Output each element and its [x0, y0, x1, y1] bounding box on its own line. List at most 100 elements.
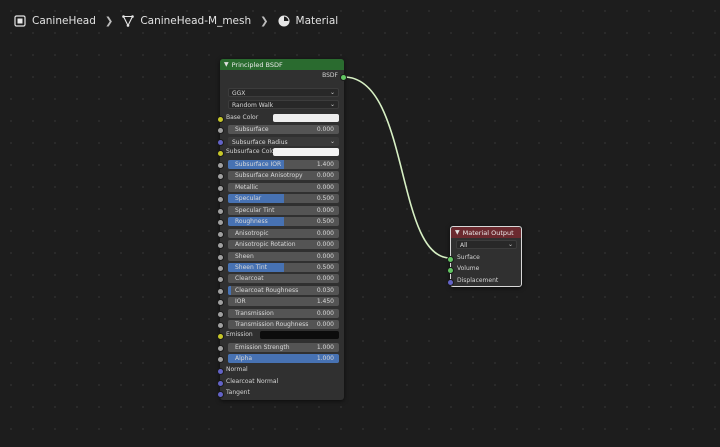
input-socket[interactable] — [217, 391, 224, 398]
bsdf-to-surface-link — [343, 76, 451, 259]
field-clearcoat[interactable]: Clearcoat 0.000 — [228, 274, 339, 283]
field-specular-tint[interactable]: Specular Tint 0.000 — [228, 206, 339, 215]
field-label: Transmission — [235, 310, 274, 317]
principled-bsdf-node[interactable]: ▼ Principled BSDF BSDF GGX ⌄ Random Walk ⌄ Ba… — [217, 59, 347, 400]
input-socket[interactable] — [217, 196, 224, 203]
field-label: Sheen — [235, 253, 254, 260]
input-socket[interactable] — [447, 267, 454, 274]
input-socket[interactable] — [217, 127, 224, 134]
base-color-swatch[interactable] — [273, 114, 339, 122]
field-label: Clearcoat — [235, 275, 264, 282]
subsurface-method-value: Random Walk — [232, 101, 274, 109]
input-socket[interactable] — [217, 356, 224, 363]
field-label: Emission Strength — [235, 344, 290, 351]
crumb-mesh-label: CanineHead-M_mesh — [140, 15, 252, 27]
field-value: 0.000 — [316, 253, 334, 260]
input-socket[interactable] — [217, 185, 224, 192]
field-metallic[interactable]: Metallic 0.000 — [228, 183, 339, 192]
bsdf-node-title: Principled BSDF — [231, 60, 283, 69]
input-socket[interactable] — [217, 311, 224, 318]
subsurface-method-select[interactable]: Random Walk ⌄ — [228, 100, 339, 109]
dropdown-arrow-icon: ⌄ — [507, 241, 513, 248]
input-socket[interactable] — [217, 254, 224, 261]
emission-color-swatch[interactable] — [260, 331, 339, 339]
output-node-title: Material Output — [462, 228, 514, 237]
field-label: IOR — [235, 298, 246, 305]
field-label: Metallic — [235, 184, 259, 191]
input-socket[interactable] — [217, 265, 224, 272]
input-socket[interactable] — [217, 219, 224, 226]
vector-input-label: Normal — [226, 366, 248, 373]
field-anisotropic-rotation[interactable]: Anisotropic Rotation 0.000 — [228, 240, 339, 249]
field-subsurface-ior[interactable]: Subsurface IOR 1.400 — [228, 160, 339, 169]
input-socket[interactable] — [217, 231, 224, 238]
output-input-label: Displacement — [457, 277, 499, 284]
collapse-chevron-icon[interactable]: ▼ — [455, 229, 460, 236]
field-clearcoat-roughness[interactable]: Clearcoat Roughness 0.030 — [228, 286, 339, 295]
field-value: 1.000 — [316, 344, 334, 351]
input-socket[interactable] — [217, 173, 224, 180]
distribution-select[interactable]: GGX ⌄ — [228, 88, 339, 97]
vector-input-label: Tangent — [226, 389, 250, 396]
field-subsurface-anisotropy[interactable]: Subsurface Anisotropy 0.000 — [228, 171, 339, 180]
field-value: 0.000 — [316, 172, 334, 179]
output-node-header[interactable]: ▼ Material Output — [451, 227, 521, 238]
object-icon — [14, 15, 26, 27]
field-ior[interactable]: IOR 1.450 — [228, 297, 339, 306]
field-sheen-tint[interactable]: Sheen Tint 0.500 — [228, 263, 339, 272]
input-socket[interactable] — [217, 299, 224, 306]
input-socket[interactable] — [217, 322, 224, 329]
input-socket[interactable] — [217, 288, 224, 295]
field-label: Anisotropic — [235, 230, 269, 237]
crumb-object[interactable]: CanineHead — [14, 15, 96, 27]
crumb-mesh[interactable]: CanineHead-M_mesh — [122, 15, 251, 27]
crumb-material[interactable]: Material — [277, 15, 339, 27]
field-value: 0.500 — [316, 195, 334, 202]
bsdf-output-socket[interactable] — [340, 74, 347, 81]
input-socket[interactable] — [217, 150, 224, 157]
field-label: Alpha — [235, 355, 253, 362]
input-socket[interactable] — [217, 333, 224, 340]
input-socket[interactable] — [217, 380, 224, 387]
output-target-value: All — [460, 241, 468, 249]
bsdf-node-header[interactable]: ▼ Principled BSDF — [220, 59, 344, 70]
subsurface-color-swatch[interactable] — [273, 148, 339, 156]
field-anisotropic[interactable]: Anisotropic 0.000 — [228, 229, 339, 238]
field-emission-strength[interactable]: Emission Strength 1.000 — [228, 343, 339, 352]
input-socket[interactable] — [217, 242, 224, 249]
output-input-label: Surface — [457, 254, 480, 261]
field-transmission[interactable]: Transmission 0.000 — [228, 309, 339, 318]
field-transmission-roughness[interactable]: Transmission Roughness 0.000 — [228, 320, 339, 329]
field-value: 0.000 — [316, 321, 334, 328]
field-label: Sheen Tint — [235, 264, 268, 271]
field-value: 0.030 — [316, 287, 334, 294]
field-value: 0.000 — [316, 184, 334, 191]
input-socket[interactable] — [217, 276, 224, 283]
material-output-node[interactable]: ▼ Material Output All ⌄ Surface Volume Dis… — [447, 226, 522, 287]
field-label: Transmission Roughness — [235, 321, 309, 328]
field-roughness[interactable]: Roughness 0.500 — [228, 217, 339, 226]
field-subsurface[interactable]: Subsurface 0.000 — [228, 125, 339, 134]
field-label: Clearcoat Roughness — [235, 287, 299, 294]
field-label: Roughness — [235, 218, 268, 225]
output-target-select[interactable]: All ⌄ — [456, 240, 517, 249]
input-socket[interactable] — [217, 116, 224, 123]
crumb-material-label: Material — [295, 15, 339, 27]
input-socket[interactable] — [217, 162, 224, 169]
node-link — [343, 76, 451, 259]
input-socket[interactable] — [217, 208, 224, 215]
input-socket[interactable] — [447, 256, 454, 263]
field-alpha[interactable]: Alpha 1.000 — [228, 354, 339, 363]
field-value: 1.400 — [316, 161, 334, 168]
collapse-chevron-icon[interactable]: ▼ — [224, 61, 229, 68]
field-label: Subsurface — [235, 126, 269, 133]
field-sheen[interactable]: Sheen 0.000 — [228, 252, 339, 261]
output-input-label: Volume — [457, 265, 480, 272]
bsdf-output-label: BSDF — [322, 72, 338, 79]
input-socket[interactable] — [217, 368, 224, 375]
input-socket[interactable] — [217, 139, 224, 146]
subsurface-radius-select[interactable]: Subsurface Radius ⌄ — [228, 137, 339, 146]
input-socket[interactable] — [217, 345, 224, 352]
input-socket[interactable] — [447, 279, 454, 286]
field-specular[interactable]: Specular 0.500 — [228, 194, 339, 203]
